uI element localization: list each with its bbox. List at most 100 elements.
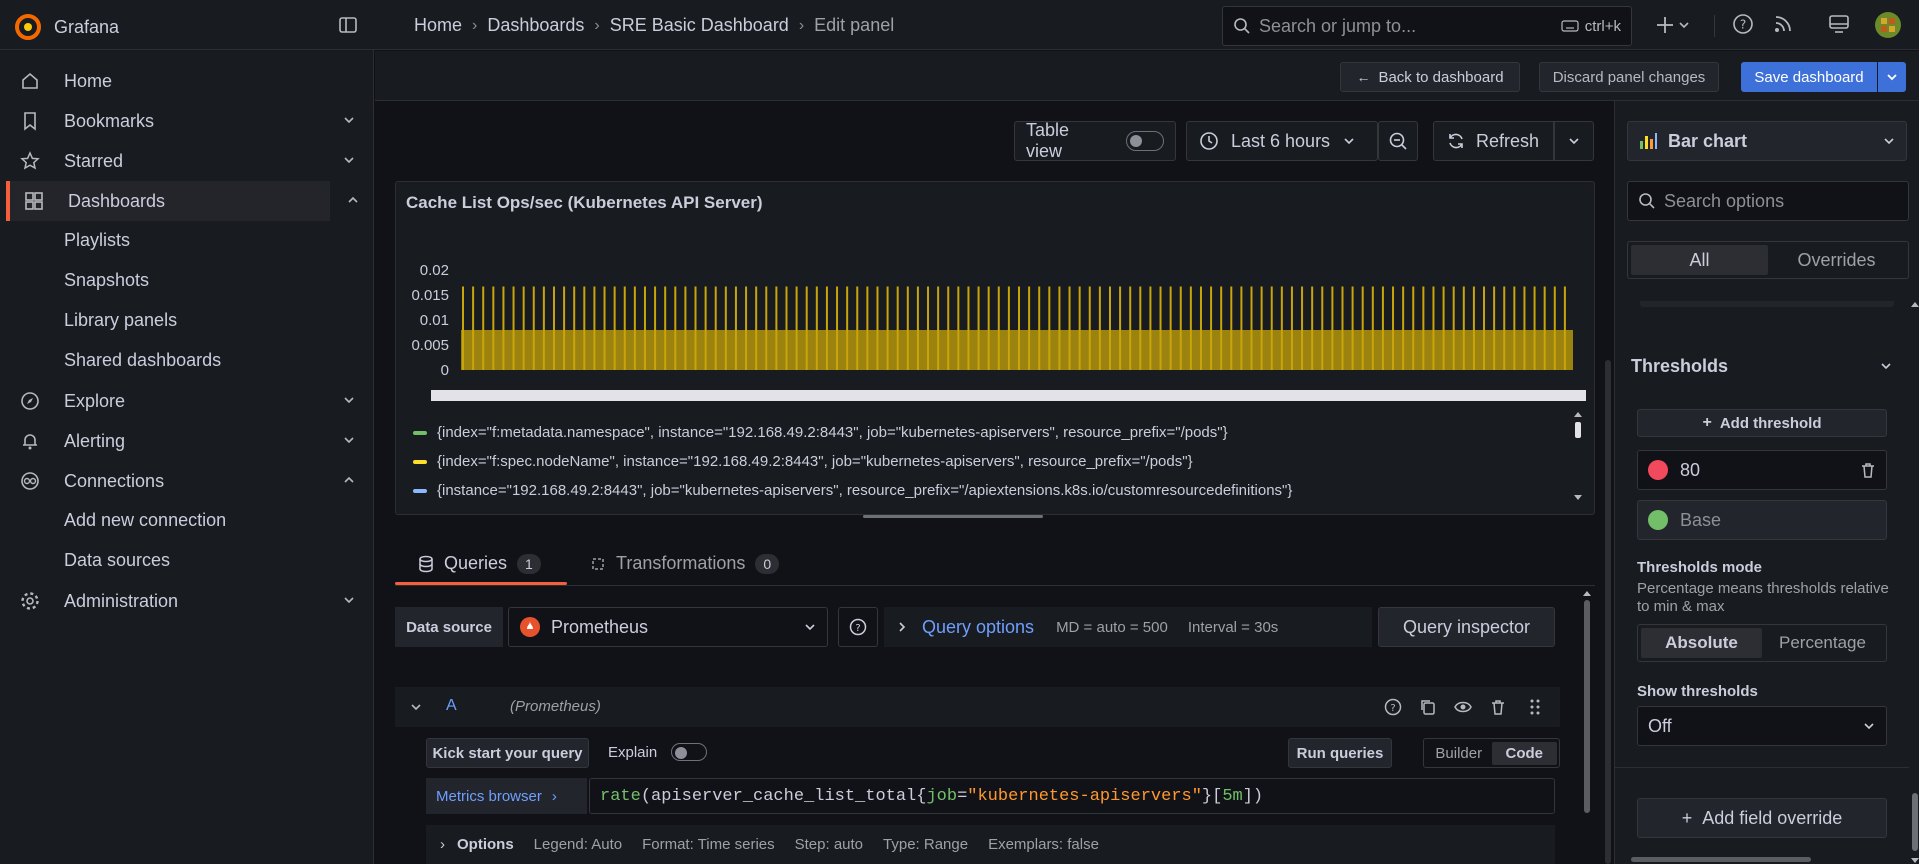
query-code-editor[interactable]: rate(apiserver_cache_list_total{job = "kub… bbox=[589, 778, 1555, 814]
sidebar-item-home[interactable]: Home bbox=[0, 61, 374, 101]
avatar[interactable] bbox=[1875, 12, 1901, 38]
sidebar-item-dashboards[interactable]: Dashboards bbox=[6, 181, 358, 221]
zoom-out-button[interactable] bbox=[1378, 121, 1418, 161]
breadcrumb-home[interactable]: Home bbox=[414, 15, 462, 36]
bar bbox=[765, 286, 768, 370]
time-range-picker[interactable]: Last 6 hours bbox=[1186, 121, 1378, 161]
brand[interactable]: Grafana bbox=[14, 13, 119, 41]
mode-absolute-button[interactable]: Absolute bbox=[1641, 628, 1762, 658]
discard-panel-changes-button[interactable]: Discard panel changes bbox=[1539, 62, 1719, 92]
add-field-override-button[interactable]: + Add field override bbox=[1637, 798, 1887, 838]
dock-menu-icon[interactable] bbox=[338, 15, 358, 35]
visualization-picker[interactable]: Bar chart bbox=[1627, 121, 1907, 161]
metrics-browser-button[interactable]: Metrics browser › bbox=[426, 778, 587, 814]
run-queries-button[interactable]: Run queries bbox=[1288, 738, 1392, 768]
threshold-row[interactable]: 80 bbox=[1637, 450, 1887, 490]
threshold-color-swatch[interactable] bbox=[1648, 460, 1668, 480]
chevron-down-icon[interactable] bbox=[342, 393, 356, 407]
legend-scrollbar[interactable] bbox=[1573, 410, 1583, 502]
datasource-help-button[interactable]: ? bbox=[838, 607, 878, 647]
trash-icon[interactable] bbox=[1860, 461, 1876, 479]
kiosk-monitor-icon[interactable] bbox=[1828, 13, 1850, 35]
tab-overrides[interactable]: Overrides bbox=[1768, 245, 1905, 275]
save-dashboard-button[interactable]: Save dashboard bbox=[1741, 62, 1877, 92]
query-options-summary[interactable]: › Options Legend: Auto Format: Time seri… bbox=[426, 825, 1555, 864]
tab-transformations[interactable]: Transformations 0 bbox=[590, 553, 780, 574]
sidebar-item-explore[interactable]: Explore bbox=[0, 381, 374, 421]
trash-icon[interactable] bbox=[1489, 698, 1507, 716]
show-thresholds-select[interactable]: Off bbox=[1637, 706, 1887, 746]
query-options-bar[interactable]: Query options MD = auto = 500 Interval =… bbox=[884, 607, 1372, 647]
builder-mode-button[interactable]: Builder bbox=[1426, 745, 1492, 762]
sidebar-item-shared-dashboards[interactable]: Shared dashboards bbox=[64, 350, 221, 371]
bar bbox=[805, 286, 808, 370]
legend-item[interactable]: {index="f:spec.nodeName", instance="192.… bbox=[413, 453, 1193, 470]
chevron-down-icon[interactable] bbox=[342, 113, 356, 127]
bar bbox=[1503, 286, 1506, 370]
duplicate-icon[interactable] bbox=[1419, 698, 1437, 716]
explain-switch[interactable] bbox=[671, 743, 708, 761]
refresh-interval-dropdown[interactable] bbox=[1554, 121, 1594, 161]
new-plus-icon[interactable] bbox=[1656, 13, 1690, 37]
eye-icon[interactable] bbox=[1454, 698, 1472, 716]
chevron-down-icon[interactable] bbox=[342, 153, 356, 167]
options-horizontal-scrollbar[interactable] bbox=[1631, 857, 1811, 862]
save-options-dropdown[interactable] bbox=[1878, 62, 1906, 92]
search-options-input[interactable]: Search options bbox=[1627, 181, 1909, 221]
sidebar-item-snapshots[interactable]: Snapshots bbox=[64, 270, 149, 291]
tab-queries[interactable]: Queries 1 bbox=[418, 553, 541, 574]
sidebar-item-data-sources[interactable]: Data sources bbox=[64, 550, 170, 571]
drag-handle-icon[interactable] bbox=[1529, 698, 1541, 716]
chevron-down-icon[interactable] bbox=[342, 593, 356, 607]
bar bbox=[1513, 286, 1516, 370]
query-ref-id[interactable]: A bbox=[446, 697, 457, 715]
options-scrollbar[interactable] bbox=[1911, 301, 1919, 864]
refresh-button[interactable]: Refresh bbox=[1433, 121, 1554, 161]
sidebar-item-playlists[interactable]: Playlists bbox=[64, 230, 130, 251]
bar bbox=[1028, 286, 1031, 370]
help-icon[interactable]: ? bbox=[1732, 13, 1754, 35]
breadcrumb-dashboards[interactable]: Dashboards bbox=[487, 15, 584, 36]
sidebar-item-administration[interactable]: Administration bbox=[0, 581, 374, 621]
sidebar-item-starred[interactable]: Starred bbox=[0, 141, 374, 181]
bar bbox=[1088, 286, 1091, 370]
table-view-switch[interactable] bbox=[1126, 131, 1164, 151]
layout-splitter[interactable] bbox=[1605, 360, 1611, 864]
threshold-value[interactable]: 80 bbox=[1680, 460, 1700, 481]
collapse-chevron-icon[interactable] bbox=[409, 700, 423, 714]
code-mode-button[interactable]: Code bbox=[1491, 741, 1557, 765]
table-view-toggle[interactable]: Table view bbox=[1014, 120, 1176, 161]
news-rss-icon[interactable] bbox=[1772, 13, 1794, 35]
thresholds-section-header[interactable]: Thresholds bbox=[1615, 346, 1909, 386]
threshold-color-swatch[interactable] bbox=[1648, 510, 1668, 530]
sidebar-item-connections[interactable]: Connections bbox=[0, 461, 374, 501]
chevron-down-icon[interactable] bbox=[342, 433, 356, 447]
datasource-picker[interactable]: Prometheus bbox=[508, 607, 828, 647]
sidebar-item-library-panels[interactable]: Library panels bbox=[64, 310, 177, 331]
sidebar-item-bookmarks[interactable]: Bookmarks bbox=[0, 101, 374, 141]
mode-percentage-button[interactable]: Percentage bbox=[1762, 628, 1883, 658]
help-icon[interactable]: ? bbox=[1384, 698, 1402, 716]
bar bbox=[482, 286, 485, 370]
add-threshold-button[interactable]: + Add threshold bbox=[1637, 409, 1887, 437]
sidebar-item-alerting[interactable]: Alerting bbox=[0, 421, 374, 461]
legend-item[interactable]: {instance="192.168.49.2:8443", job="kube… bbox=[413, 482, 1292, 499]
legend-item[interactable]: {index="f:metadata.namespace", instance=… bbox=[413, 424, 1228, 441]
panel-resize-handle[interactable] bbox=[863, 515, 1043, 518]
back-to-dashboard-button[interactable]: ← Back to dashboard bbox=[1340, 62, 1520, 92]
bar bbox=[866, 286, 869, 370]
sidebar-item-add-new-connection[interactable]: Add new connection bbox=[64, 510, 226, 531]
bar bbox=[1260, 286, 1263, 370]
search-input[interactable]: Search or jump to... ctrl+k bbox=[1222, 6, 1632, 46]
chevron-up-icon[interactable] bbox=[342, 473, 356, 487]
tab-all[interactable]: All bbox=[1631, 245, 1768, 275]
query-inspector-button[interactable]: Query inspector bbox=[1378, 607, 1555, 647]
kick-start-query-button[interactable]: Kick start your query bbox=[426, 738, 589, 768]
explain-toggle[interactable]: Explain bbox=[608, 743, 708, 761]
divider bbox=[1615, 767, 1909, 768]
breadcrumb-dashboard[interactable]: SRE Basic Dashboard bbox=[610, 15, 789, 36]
zoom-out-icon bbox=[1388, 131, 1408, 151]
chevron-up-icon[interactable] bbox=[346, 193, 360, 207]
explain-label: Explain bbox=[608, 743, 658, 761]
query-scrollbar[interactable] bbox=[1583, 590, 1591, 864]
